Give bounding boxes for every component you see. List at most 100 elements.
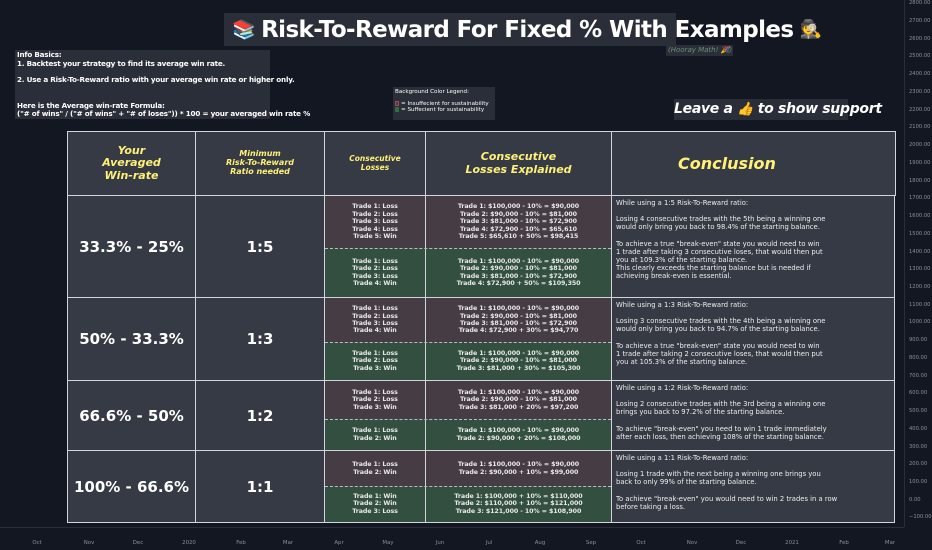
insufficient-explained-cell: Trade 1: $100,000 - 10% = $90,000 Trade 2… — [426, 381, 611, 419]
trade-calc-line: Trade 2: $90,000 - 10% = $81,000 — [460, 312, 577, 320]
time-axis[interactable]: Oct Nov Dec 2020 Feb Mar Apr May Jun Jul Aug Sep Oct… — [0, 527, 904, 550]
time-tick: Feb — [236, 540, 246, 546]
conclusion-line: 1 trade after taking 2 consecutive loses… — [616, 349, 823, 358]
header-cell: Consecutive Losses Explained — [425, 131, 612, 196]
time-tick: 2020 — [182, 540, 196, 546]
info-line-2: 2. Use a Risk-To-Reward ratio with your … — [17, 75, 295, 85]
price-tick: 800.00 — [909, 354, 928, 361]
detective-icon: 🕵 — [799, 19, 822, 40]
ratio-cell: 1:3 — [195, 297, 325, 381]
price-axis[interactable]: 2800.00 2700.00 2600.00 2500.00 2400.00 2300.… — [904, 0, 932, 527]
trade-line: Trade 5: Win — [353, 233, 397, 241]
header-cell: Conclusion — [611, 131, 896, 196]
price-tick: 2000.00 — [909, 142, 931, 149]
winrate-cell: 33.3% - 25% — [67, 195, 196, 298]
conclusion-cell: While using a 1:1 Risk-To-Reward ratio: L… — [611, 450, 895, 523]
conclusion-line: Losing 4 consecutive trades with the 5th… — [616, 215, 826, 224]
ratio-cell: 1:1 — [195, 450, 325, 523]
price-tick: 2500.00 — [909, 53, 931, 60]
formula-text: ("# of wins" / ("# of wins" + "# of lose… — [17, 109, 311, 119]
price-tick: 1800.00 — [909, 177, 931, 184]
trade-calc-line: Trade 2: $90,000 + 20% = $108,000 — [456, 434, 581, 442]
trade-line: Trade 4: Win — [353, 279, 397, 287]
subtitle-label: (Hooray Math! 🎉) — [666, 45, 733, 56]
trade-calc-line: Trade 2: $90,000 - 10% = $81,000 — [460, 265, 577, 273]
trade-line: Trade 1: Win — [353, 492, 397, 500]
price-tick: 1900.00 — [909, 159, 931, 166]
conclusion-line: While using a 1:5 Risk-To-Reward ratio: — [616, 199, 749, 207]
trade-line: Trade 1: Loss — [352, 427, 398, 435]
price-tick: 2100.00 — [909, 124, 931, 131]
conclusion-line — [616, 487, 890, 495]
conclusion-line — [616, 462, 890, 470]
support-text-after: to show support — [757, 101, 882, 117]
trade-calc-line: Trade 2: $90,000 - 10% = $81,000 — [460, 210, 577, 218]
conclusion-line: you at 105.3% of the starting balance. — [616, 358, 748, 367]
trade-calc-line: Trade 1: $100,000 - 10% = $90,000 — [457, 461, 580, 469]
time-tick: Dec — [735, 540, 747, 546]
conclusion-line: To achieve "break-even" you would need t… — [616, 494, 838, 503]
support-banner: Leave a 👍 to show support — [674, 99, 882, 120]
trade-line: Trade 1: Loss — [352, 305, 398, 313]
insufficient-losses-cell: Trade 1: Loss Trade 2: Win — [325, 451, 426, 486]
time-tick: Feb — [839, 540, 849, 546]
title-text: Risk-To-Reward For Fixed % With Examples — [261, 16, 794, 43]
trade-calc-line: Trade 2: $90,000 - 10% = $81,000 — [460, 357, 577, 365]
price-tick: 0.00 — [909, 496, 921, 503]
trade-calc-line: Trade 4: $72,900 + 30% = $94,770 — [458, 327, 579, 335]
trade-line: Trade 1: Loss — [352, 461, 398, 469]
trade-line: Trade 1: Loss — [352, 203, 398, 211]
price-tick: 1400.00 — [909, 248, 931, 255]
trade-line: Trade 2: Loss — [352, 265, 398, 273]
legend-sufficient: = Suffecient for sustainability — [395, 107, 493, 114]
conclusion-line: To achieve a true "break-even" state you… — [616, 341, 820, 350]
price-tick: 1700.00 — [909, 195, 931, 202]
trade-line: Trade 4: Win — [353, 327, 397, 335]
trade-line: Trade 4: Loss — [352, 225, 398, 233]
trade-calc-line: Trade 4: $72,900 + 50% = $109,350 — [456, 279, 581, 287]
conclusion-line: 1 trade after taking 3 consecutive loses… — [616, 247, 823, 256]
price-tick: 1500.00 — [909, 230, 931, 237]
time-tick: Aug — [534, 540, 546, 546]
time-tick: Jul — [485, 540, 493, 546]
conclusion-line: before taking a loss. — [616, 502, 686, 511]
time-tick: Dec — [132, 540, 144, 546]
ratio-cell: 1:5 — [195, 195, 325, 298]
price-tick: 900.00 — [909, 337, 928, 344]
info-line-1: 1. Backtest your strategy to find its av… — [17, 58, 226, 68]
risk-reward-table: Your Averaged Win-rate Minimum Risk-To-Re… — [67, 131, 896, 523]
price-tick: 2400.00 — [909, 71, 931, 78]
price-tick: 1300.00 — [909, 266, 931, 273]
price-tick: 1000.00 — [909, 319, 931, 326]
trade-line: Trade 1: Loss — [352, 388, 398, 396]
row-separator — [325, 486, 611, 487]
conclusion-line: Losing 2 consecutive trades with the 3rd… — [616, 400, 826, 409]
info-basics-panel: Info Basics: 1. Backtest your strategy t… — [15, 50, 311, 119]
conclusion-cell: While using a 1:3 Risk-To-Reward ratio: L… — [611, 297, 895, 381]
time-tick: May — [382, 540, 394, 546]
time-tick: Mar — [282, 540, 294, 546]
trade-calc-line: Trade 5: $65,610 + 50% = $98,415 — [458, 233, 579, 241]
conclusion-line: This clearly exceeds the starting balanc… — [616, 264, 811, 273]
conclusion-line: after each loss, then achieving 108% of … — [616, 432, 824, 441]
conclusion-line: Losing 3 consecutive trades with the 4th… — [616, 317, 826, 326]
trade-line: Trade 3: Loss — [352, 218, 398, 226]
conclusion-line — [616, 232, 890, 240]
thumbs-up-icon: 👍 — [737, 102, 754, 117]
conclusion-cell: While using a 1:5 Risk-To-Reward ratio: L… — [611, 195, 895, 298]
conclusion-line: While using a 1:3 Risk-To-Reward ratio: — [616, 301, 749, 309]
time-tick: 2021 — [785, 540, 799, 546]
books-icon: 📚 — [232, 19, 256, 41]
winrate-cell: 66.6% - 50% — [67, 380, 196, 451]
time-tick: Nov — [83, 540, 95, 546]
trade-line: Trade 2: Win — [353, 500, 397, 508]
insufficient-explained-cell: Trade 1: $100,000 - 10% = $90,000 Trade 2… — [426, 298, 611, 342]
trade-calc-line: Trade 1: $100,000 + 10% = $110,000 — [454, 492, 583, 500]
trade-line: Trade 2: Win — [353, 468, 397, 476]
price-tick: 300.00 — [909, 443, 928, 450]
header-cell: Your Averaged Win-rate — [67, 131, 196, 196]
conclusion-line — [616, 417, 890, 425]
trade-calc-line: Trade 1: $100,000 - 10% = $90,000 — [457, 349, 580, 357]
insufficient-losses-cell: Trade 1: Loss Trade 2: Loss Trade 3: Loss T… — [325, 196, 426, 248]
example-block: Trade 1: Loss Trade 2: Loss Trade 3: Win Tr… — [324, 380, 612, 451]
